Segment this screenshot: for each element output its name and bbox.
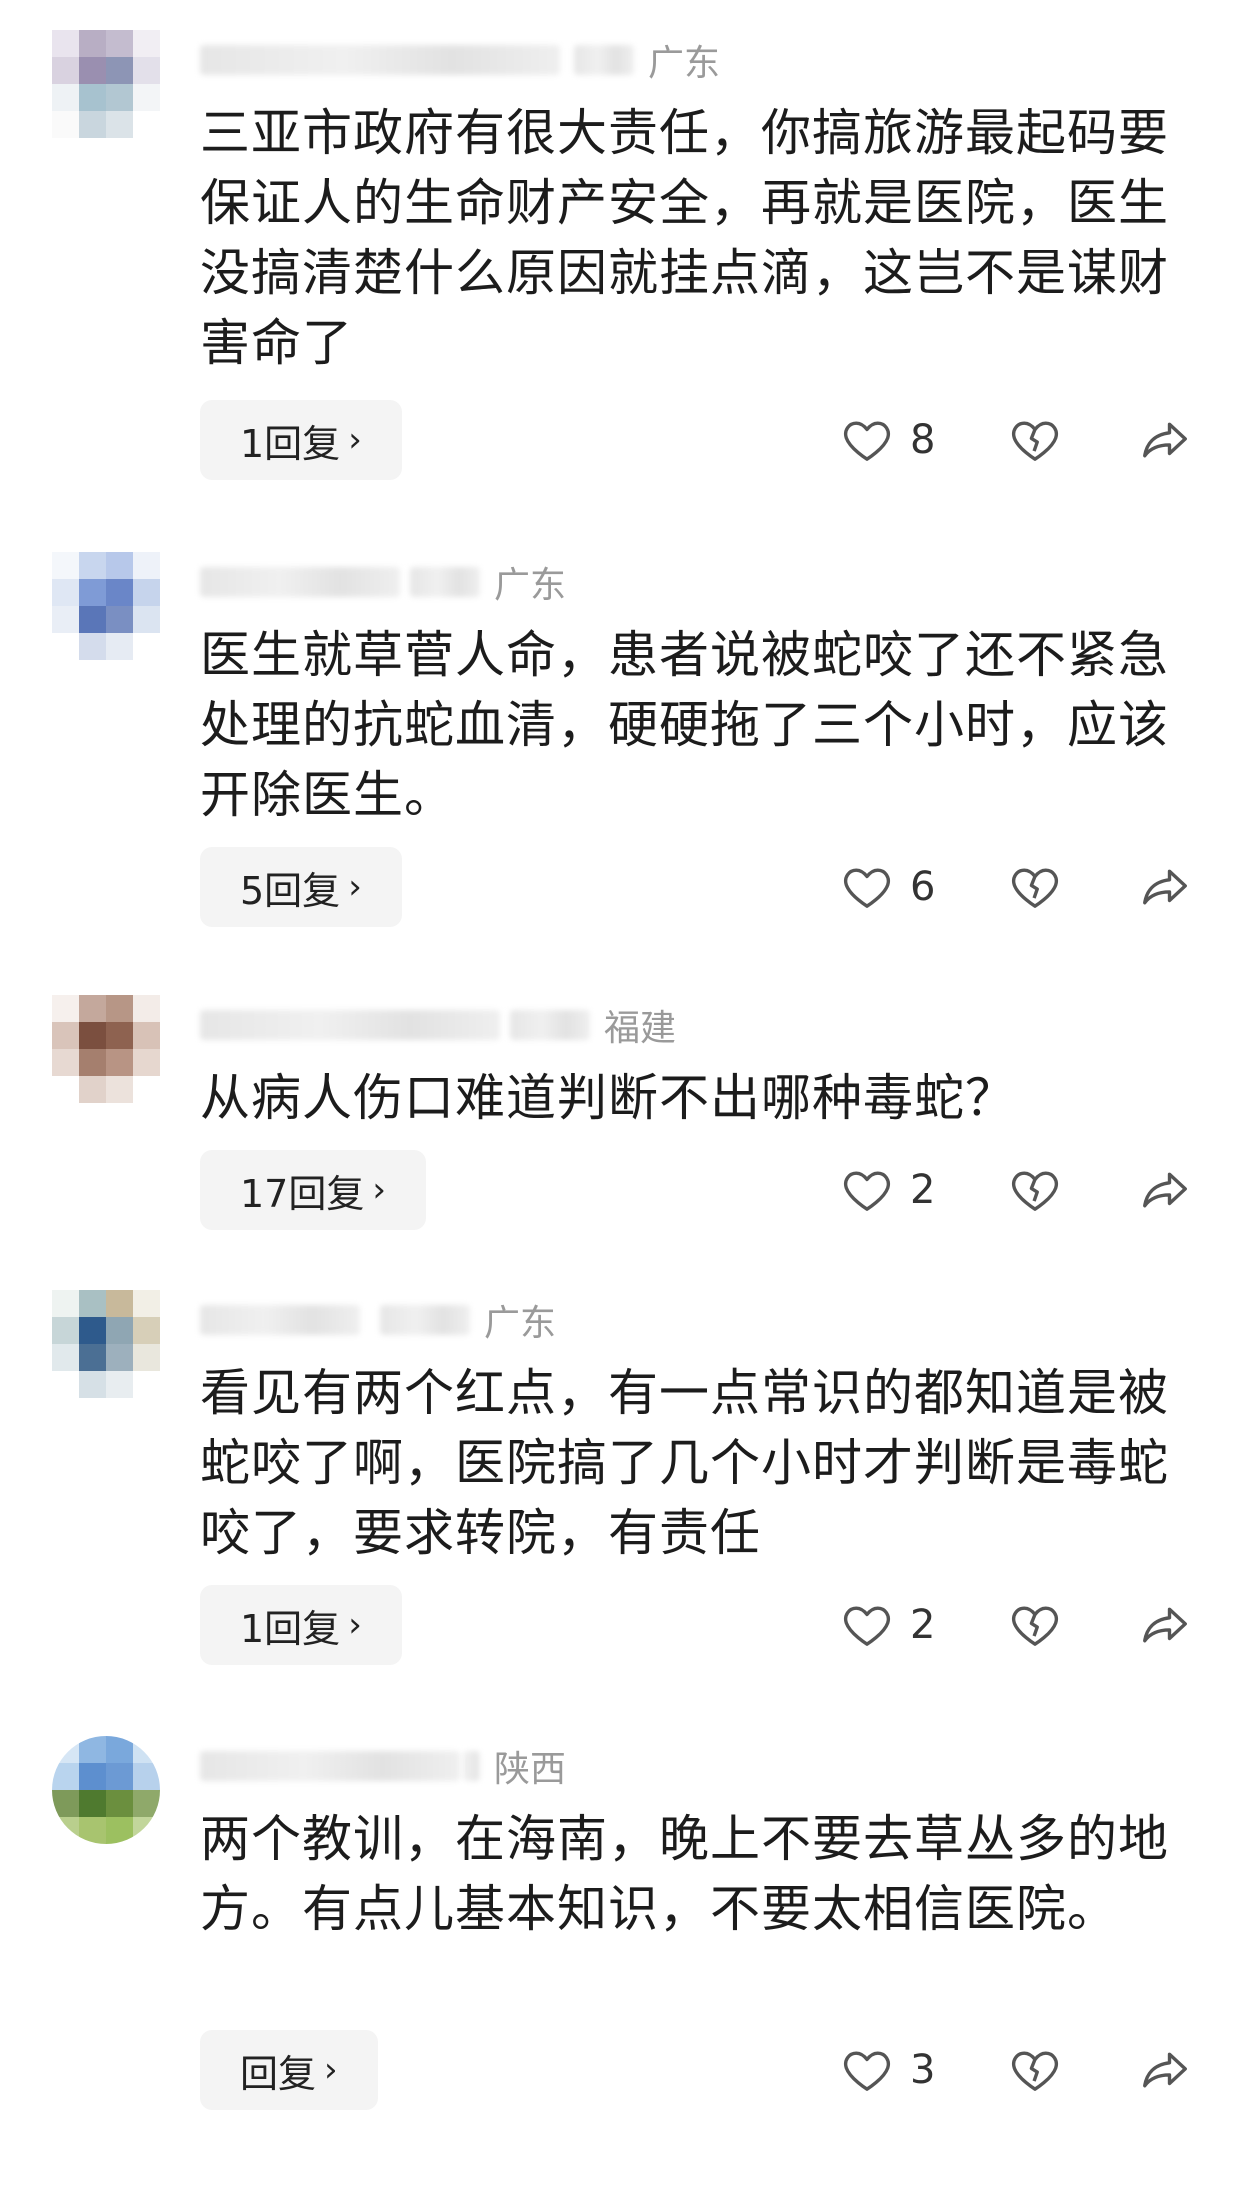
comment-text: 看见有两个红点，有一点常识的都知道是被蛇咬了啊，医院搞了几个小时才判断是毒蛇咬了… [200, 1364, 1169, 1562]
comment-text: 医生就草菅人命，患者说被蛇咬了还不紧急处理的抗蛇血清，硬硬拖了三个小时，应该开除… [200, 626, 1169, 824]
share-arrow-icon [1143, 422, 1187, 458]
comment-meta: 福建 [200, 1003, 676, 1049]
avatar[interactable] [52, 1736, 160, 1844]
comment-meta: 陕西 [200, 1744, 566, 1790]
view-replies-button[interactable]: 17回复 › [200, 1150, 426, 1230]
avatar[interactable] [52, 995, 160, 1103]
like-button[interactable]: 6 [840, 847, 935, 927]
reply-count: 17回复 [240, 1171, 365, 1216]
date-blurred [464, 1751, 480, 1781]
like-count: 6 [910, 864, 936, 910]
comment-meta: 广东 [200, 1298, 556, 1344]
username-blurred[interactable] [200, 45, 560, 75]
share-button[interactable] [1138, 1598, 1192, 1656]
share-arrow-icon [1143, 1607, 1187, 1643]
reply-count: 1回复 [240, 421, 341, 466]
broken-heart-icon [1012, 1171, 1058, 1211]
view-replies-button[interactable]: 回复 › [200, 2030, 378, 2110]
broken-heart-icon [1012, 1606, 1058, 1646]
like-button[interactable]: 3 [840, 2030, 935, 2110]
dislike-button[interactable] [1008, 1163, 1062, 1221]
heart-outline-icon [844, 1606, 890, 1646]
share-arrow-icon [1143, 2052, 1187, 2088]
location-label: 陕西 [494, 1749, 567, 1790]
share-button[interactable] [1138, 2043, 1192, 2101]
reply-count: 1回复 [240, 1606, 341, 1651]
location-label: 广东 [494, 565, 567, 606]
reply-count: 5回复 [240, 868, 341, 913]
heart-outline-icon [844, 2051, 890, 2091]
location-label: 广东 [484, 1303, 557, 1344]
date-blurred [380, 1305, 470, 1335]
view-replies-button[interactable]: 1回复 › [200, 1585, 402, 1665]
comment-meta: 广东 [200, 38, 720, 84]
like-count: 8 [910, 417, 936, 463]
chevron-right-icon: › [372, 1170, 386, 1210]
dislike-button[interactable] [1008, 413, 1062, 471]
like-button[interactable]: 2 [840, 1150, 935, 1230]
date-blurred [510, 1010, 590, 1040]
broken-heart-icon [1012, 421, 1058, 461]
username-blurred[interactable] [200, 567, 400, 597]
like-count: 2 [910, 1602, 936, 1648]
location-label: 广东 [648, 43, 721, 84]
like-button[interactable]: 8 [840, 400, 935, 480]
username-blurred[interactable] [200, 1010, 500, 1040]
view-replies-button[interactable]: 1回复 › [200, 400, 402, 480]
like-button[interactable]: 2 [840, 1585, 935, 1665]
chevron-right-icon: › [348, 867, 362, 907]
heart-outline-icon [844, 1171, 890, 1211]
like-count: 2 [910, 1167, 936, 1213]
dislike-button[interactable] [1008, 2043, 1062, 2101]
comment-text: 两个教训，在海南，晚上不要去草丛多的地方。有点儿基本知识，不要太相信医院。 [200, 1810, 1169, 1938]
dislike-button[interactable] [1008, 860, 1062, 918]
share-arrow-icon [1143, 869, 1187, 905]
avatar[interactable] [52, 552, 160, 660]
dislike-button[interactable] [1008, 1598, 1062, 1656]
comment-meta: 广东 [200, 560, 566, 606]
avatar[interactable] [52, 1290, 160, 1398]
chevron-right-icon: › [348, 420, 362, 460]
share-arrow-icon [1143, 1172, 1187, 1208]
comment-text: 三亚市政府有很大责任，你搞旅游最起码要保证人的生命财产安全，再就是医院，医生没搞… [200, 104, 1169, 372]
chevron-right-icon: › [324, 2050, 338, 2090]
share-button[interactable] [1138, 1163, 1192, 1221]
username-blurred[interactable] [200, 1305, 360, 1335]
broken-heart-icon [1012, 868, 1058, 908]
share-button[interactable] [1138, 413, 1192, 471]
heart-outline-icon [844, 868, 890, 908]
share-button[interactable] [1138, 860, 1192, 918]
location-label: 福建 [604, 1008, 677, 1049]
avatar[interactable] [52, 30, 160, 138]
reply-count: 回复 [240, 2051, 317, 2096]
broken-heart-icon [1012, 2051, 1058, 2091]
date-blurred [574, 45, 634, 75]
chevron-right-icon: › [348, 1605, 362, 1645]
like-count: 3 [910, 2047, 936, 2093]
username-blurred[interactable] [200, 1751, 460, 1781]
view-replies-button[interactable]: 5回复 › [200, 847, 402, 927]
date-blurred [410, 567, 480, 597]
comment-text: 从病人伤口难道判断不出哪种毒蛇？ [200, 1069, 1016, 1127]
heart-outline-icon [844, 421, 890, 461]
